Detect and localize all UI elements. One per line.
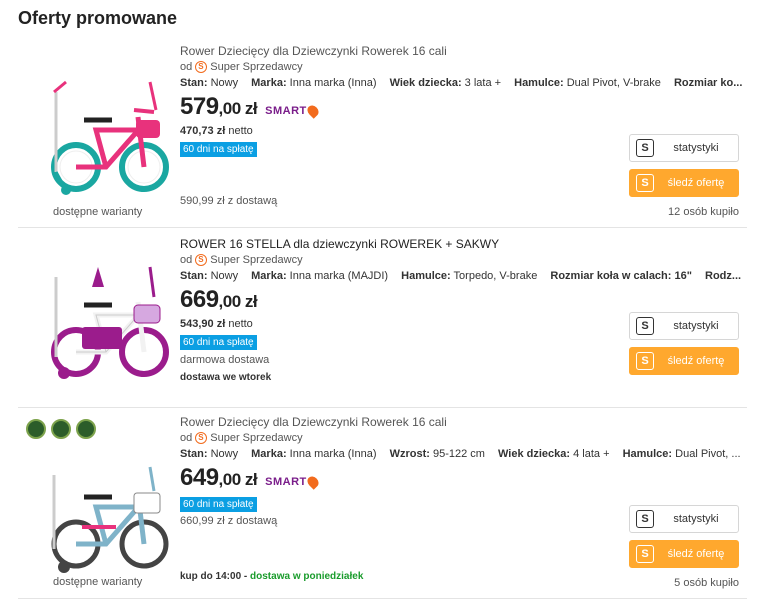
offer-title-link[interactable]: Rower Dziecięcy dla Dziewczynki Rowerek … xyxy=(180,414,617,430)
offer-card-3[interactable]: dostępne warianty Rower Dziecięcy dla Dz… xyxy=(18,409,747,599)
super-seller-icon xyxy=(195,60,208,74)
section-title: Oferty promowane xyxy=(18,8,178,28)
price: 579,00 zł xyxy=(180,93,258,120)
param-item: Hamulce: Torpedo, V-brake xyxy=(401,270,538,282)
delivery-price: 590,99 zł z dostawą xyxy=(180,195,278,207)
award-badge-icon xyxy=(51,419,71,439)
offer-title-link[interactable]: Rower Dziecięcy dla Dziewczynki Rowerek … xyxy=(180,43,617,59)
bike-blue-illustration xyxy=(51,466,169,573)
bought-count: 12 osób kupiło xyxy=(668,206,739,218)
bike-image-blue[interactable] xyxy=(46,449,174,579)
param-item: Stan: Nowy xyxy=(180,448,239,460)
s-logo-icon: S xyxy=(636,545,654,563)
s-logo-icon: S xyxy=(636,174,654,192)
order-deadline: kup do 14:00 - dostawa w poniedziałek xyxy=(180,571,364,582)
param-item: Wiek dziecka: 4 lata + xyxy=(498,448,610,460)
seller-prefix: od xyxy=(180,432,193,444)
variants-label[interactable]: dostępne warianty xyxy=(53,576,142,588)
delivery-price: 660,99 zł z dostawą xyxy=(180,515,278,527)
seller-name: Super Sprzedawcy xyxy=(210,61,303,73)
offer-parameters: Stan: Nowy Marka: Inna marka (Inna) Wzro… xyxy=(180,446,743,462)
follow-offer-button[interactable]: S śledź ofertę xyxy=(629,169,739,197)
param-item: Rozmiar ko... xyxy=(673,77,743,89)
netto-price: 470,73 zł netto xyxy=(180,125,253,137)
seller-line: od Super Sprzedawcy xyxy=(180,60,617,74)
param-item: Marka: Inna marka (MAJDI) xyxy=(251,270,389,282)
smart-drop-icon xyxy=(304,103,321,119)
offer-card-1[interactable]: dostępne warianty Rower Dziecięcy dla Dz… xyxy=(18,36,747,228)
offer-title-link[interactable]: ROWER 16 STELLA dla dziewczynki ROWEREK … xyxy=(180,236,617,252)
offer-parameters: Stan: Nowy Marka: Inna marka (MAJDI) Ham… xyxy=(180,268,743,284)
stats-button[interactable]: S statystyki xyxy=(629,134,739,162)
offer-card-2[interactable]: ROWER 16 STELLA dla dziewczynki ROWEREK … xyxy=(18,229,747,408)
smart-badge: SMART xyxy=(265,474,321,490)
param-item: Rozmiar koła w calach: 16" xyxy=(550,270,692,282)
price: 669,00 zł xyxy=(180,286,258,313)
seller-prefix: od xyxy=(180,61,193,73)
netto-price: 543,90 zł netto xyxy=(180,318,253,330)
s-logo-icon: S xyxy=(636,510,654,528)
param-item: Marka: Inna marka (Inna) xyxy=(251,77,377,89)
installment-badge: 60 dni na spłatę xyxy=(180,142,257,157)
s-logo-icon: S xyxy=(636,139,654,157)
s-logo-icon: S xyxy=(636,352,654,370)
super-seller-icon xyxy=(195,431,208,445)
param-item: Hamulce: Dual Pivot, V-brake xyxy=(514,77,661,89)
seller-name: Super Sprzedawcy xyxy=(210,254,303,266)
award-badge-icon xyxy=(76,419,96,439)
bike-image-pink[interactable] xyxy=(46,72,174,202)
bike-pink-illustration xyxy=(51,80,169,195)
offer-info: Rower Dziecięcy dla Dziewczynki Rowerek … xyxy=(180,414,741,527)
bought-count: 5 osób kupiło xyxy=(674,577,739,589)
variants-label[interactable]: dostępne warianty xyxy=(53,206,142,218)
seller-line: od Super Sprzedawcy xyxy=(180,431,617,445)
param-item: Rodz... xyxy=(705,270,742,282)
stats-button[interactable]: S statystyki xyxy=(629,505,739,533)
installment-badge: 60 dni na spłatę xyxy=(180,497,257,512)
param-item: Wiek dziecka: 3 lata + xyxy=(389,77,502,89)
param-item: Stan: Nowy xyxy=(180,77,239,89)
param-item: Stan: Nowy xyxy=(180,270,239,282)
delivery-date: dostawa we wtorek xyxy=(180,372,272,383)
follow-offer-button[interactable]: S śledź ofertę xyxy=(629,347,739,375)
price-row: 669,00 zł xyxy=(180,286,617,314)
follow-offer-button[interactable]: S śledź ofertę xyxy=(629,540,739,568)
stats-button[interactable]: S statystyki xyxy=(629,312,739,340)
price-row: 649,00 zł SMART xyxy=(180,464,617,492)
offer-info: Rower Dziecięcy dla Dziewczynki Rowerek … xyxy=(180,43,742,207)
award-badge-icon xyxy=(26,419,46,439)
bike-image-white[interactable] xyxy=(46,257,174,387)
param-item: Marka: Inna marka (Inna) xyxy=(251,448,377,460)
offer-parameters: Stan: Nowy Marka: Inna marka (Inna) Wiek… xyxy=(180,75,743,91)
super-seller-icon xyxy=(195,253,208,267)
price: 649,00 zł xyxy=(180,464,258,491)
param-item: Wzrost: 95-122 cm xyxy=(389,448,485,460)
seller-name: Super Sprzedawcy xyxy=(210,432,303,444)
offer-info: ROWER 16 STELLA dla dziewczynki ROWEREK … xyxy=(180,236,741,383)
bike-white-illustration xyxy=(51,266,169,379)
smart-badge: SMART xyxy=(265,103,321,119)
param-item: Hamulce: Dual Pivot, ... xyxy=(622,448,741,460)
smart-drop-icon xyxy=(304,474,321,490)
seller-line: od Super Sprzedawcy xyxy=(180,253,617,267)
s-logo-icon: S xyxy=(636,317,654,335)
delivery-free: darmowa dostawa xyxy=(180,354,270,366)
seller-prefix: od xyxy=(180,254,193,266)
price-row: 579,00 zł SMART xyxy=(180,93,617,121)
installment-badge: 60 dni na spłatę xyxy=(180,335,257,350)
badges-row xyxy=(26,419,96,439)
